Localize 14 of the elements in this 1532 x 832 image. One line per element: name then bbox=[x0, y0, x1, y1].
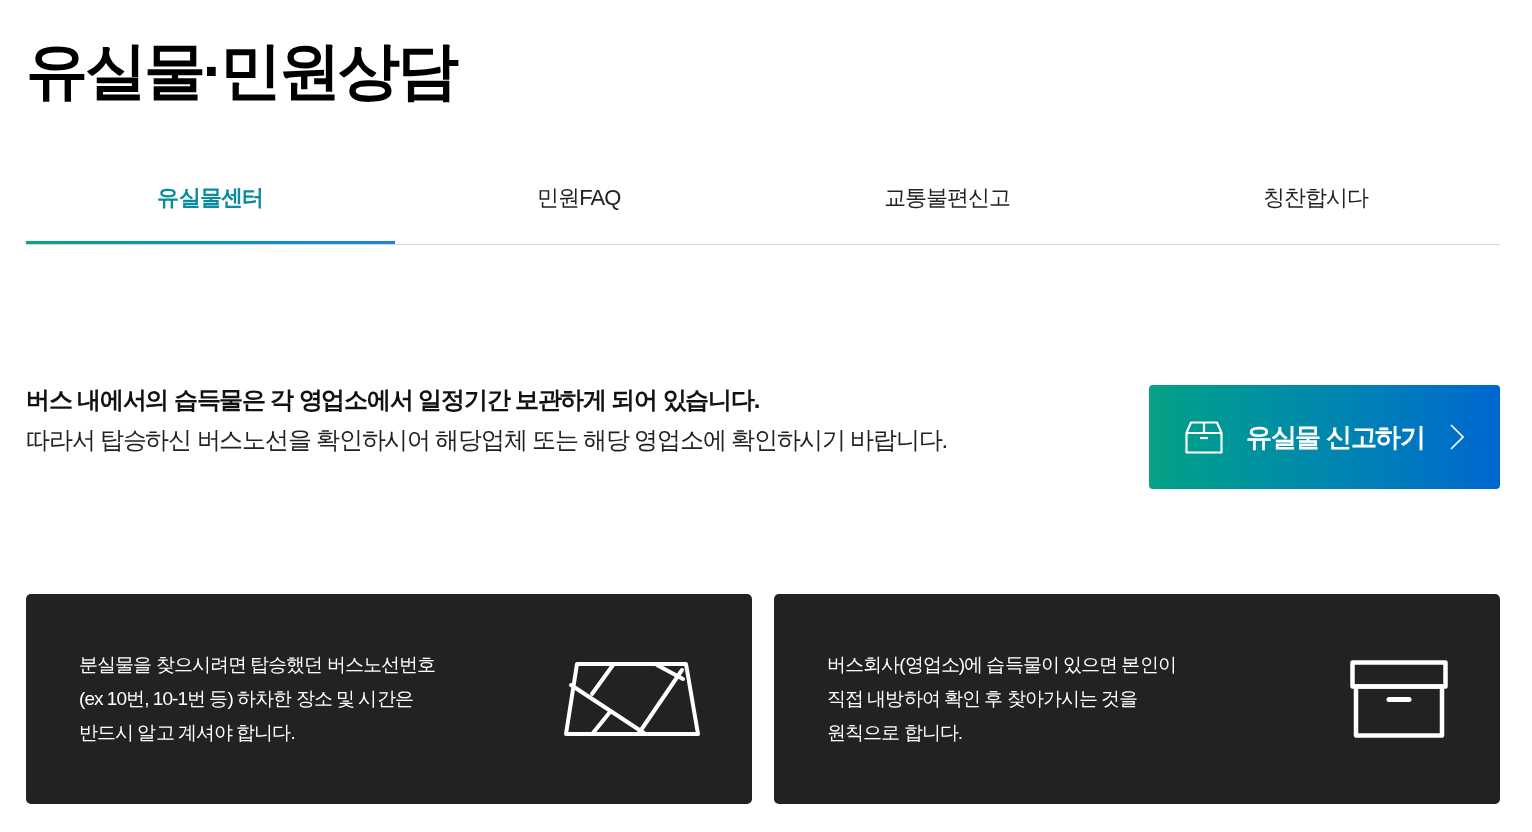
card-text: 버스회사(영업소)에 습득물이 있으면 본인이 직접 내방하여 확인 후 찾아가시는 것을 원칙으로 합니다. bbox=[827, 653, 1176, 746]
tab[interactable]: 민원FAQ bbox=[394, 151, 763, 245]
tab[interactable]: 칭찬합시다 bbox=[1131, 151, 1500, 245]
card-text: 분실물을 찾으시려면 탑승했던 버스노선번호 (ex 10번, 10-1번 등) 하차한 장소 및 시간은 반드시 알고 계셔야 합니다. bbox=[79, 653, 435, 746]
notice-text: 따라서 탑승하신 버스노선을 확인하시어 해당업체 또는 해당 영업소에 확인하시기 바랍니다. bbox=[26, 425, 948, 456]
archive-box-icon bbox=[1350, 660, 1448, 739]
page-title: 유실물·민원상담 bbox=[26, 35, 456, 107]
notice-headline: 버스 내에서의 습득물은 각 영업소에서 일정기간 보관하게 되어 있습니다. bbox=[26, 385, 761, 416]
box-icon bbox=[1185, 420, 1223, 454]
tab[interactable]: 유실물센터 bbox=[26, 151, 395, 245]
map-icon bbox=[564, 660, 700, 739]
tab[interactable]: 교통불편신고 bbox=[763, 151, 1132, 245]
report-lost-item-button[interactable]: 유실물 신고하기 bbox=[1149, 385, 1500, 490]
chevron-right-icon bbox=[1450, 424, 1464, 451]
